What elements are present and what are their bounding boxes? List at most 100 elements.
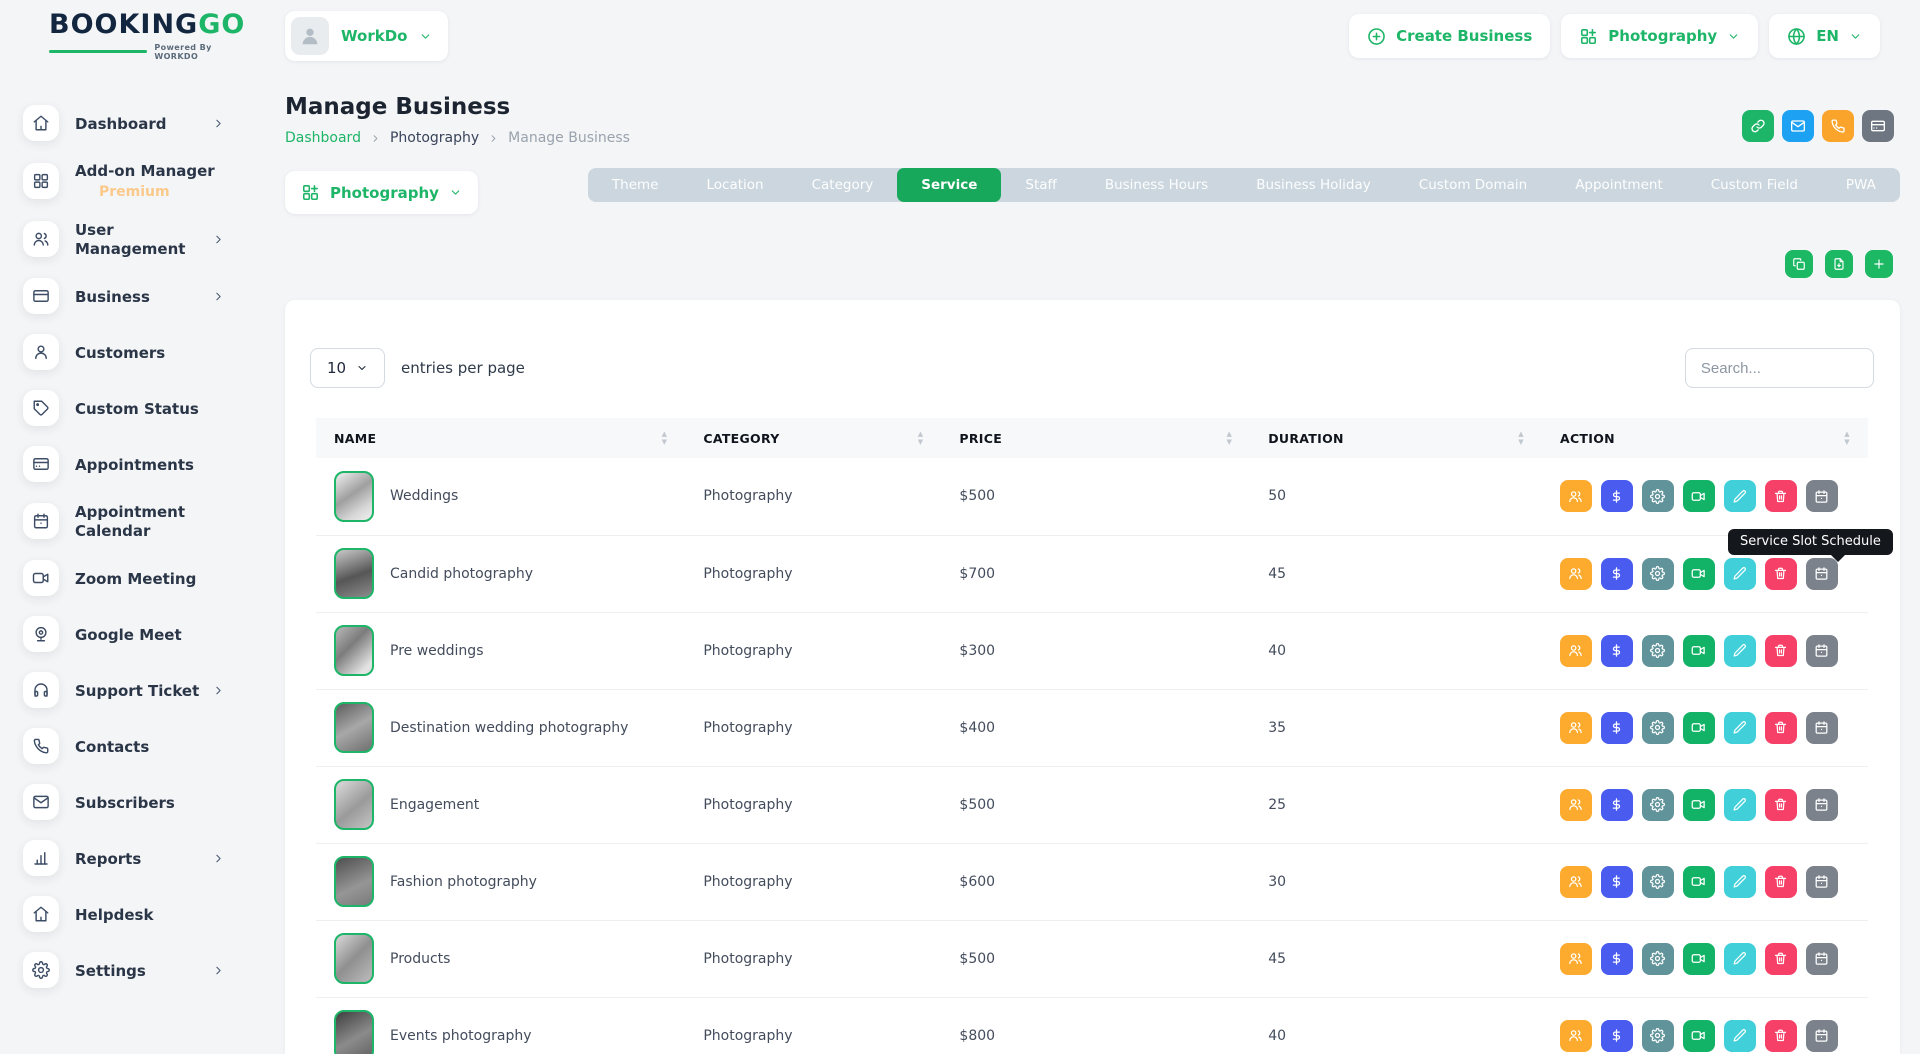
tab[interactable]: Location [682, 168, 787, 202]
assign-staff-button[interactable] [1560, 712, 1592, 744]
meeting-link-button[interactable] [1683, 943, 1715, 975]
tab[interactable]: Business Holiday [1232, 168, 1395, 202]
delete-button[interactable] [1765, 712, 1797, 744]
meeting-link-button[interactable] [1683, 558, 1715, 590]
add-service-button[interactable] [1865, 250, 1893, 278]
sort-icon[interactable] [918, 430, 924, 446]
edit-button[interactable] [1724, 712, 1756, 744]
slot-schedule-button[interactable] [1806, 1020, 1838, 1052]
export-button[interactable] [1825, 250, 1853, 278]
delete-button[interactable] [1765, 943, 1797, 975]
price-button[interactable] [1601, 480, 1633, 512]
assign-staff-button[interactable] [1560, 1020, 1592, 1052]
tab[interactable]: Theme [588, 168, 683, 202]
price-button[interactable] [1601, 712, 1633, 744]
sort-icon[interactable] [662, 430, 668, 446]
mail-button[interactable] [1782, 110, 1814, 142]
service-settings-button[interactable] [1642, 866, 1674, 898]
slot-schedule-button[interactable] [1806, 712, 1838, 744]
tab[interactable]: Business Hours [1081, 168, 1232, 202]
zoom-meeting[interactable]: Zoom Meeting [23, 560, 257, 596]
meeting-link-button[interactable] [1683, 712, 1715, 744]
edit-button[interactable] [1724, 1020, 1756, 1052]
edit-button[interactable] [1724, 943, 1756, 975]
service-settings-button[interactable] [1642, 558, 1674, 590]
reports[interactable]: Reports [23, 840, 257, 876]
delete-button[interactable] [1765, 789, 1797, 821]
business-dropdown[interactable]: Photography [285, 171, 478, 214]
service-settings-button[interactable] [1642, 480, 1674, 512]
contacts[interactable]: Contacts [23, 728, 257, 764]
delete-button[interactable] [1765, 635, 1797, 667]
service-settings-button[interactable] [1642, 712, 1674, 744]
delete-button[interactable] [1765, 866, 1797, 898]
edit-button[interactable] [1724, 789, 1756, 821]
slot-schedule-button[interactable] [1806, 480, 1838, 512]
tab[interactable]: Staff [1001, 168, 1080, 202]
meeting-link-button[interactable] [1683, 789, 1715, 821]
appointments[interactable]: Appointments [23, 446, 257, 482]
meeting-link-button[interactable] [1683, 480, 1715, 512]
add-on-manager[interactable]: Add-on Manager Premium [23, 161, 257, 200]
edit-button[interactable] [1724, 480, 1756, 512]
price-button[interactable] [1601, 558, 1633, 590]
workspace-switcher[interactable]: WorkDo [285, 11, 448, 61]
edit-button[interactable] [1724, 866, 1756, 898]
call-button[interactable] [1822, 110, 1854, 142]
slot-schedule-button[interactable] [1806, 943, 1838, 975]
copy-button[interactable] [1785, 250, 1813, 278]
price-button[interactable] [1601, 866, 1633, 898]
breadcrumb-photography-link[interactable]: Photography [390, 130, 479, 146]
meeting-link-button[interactable] [1683, 635, 1715, 667]
breadcrumb-dashboard-link[interactable]: Dashboard [285, 130, 361, 146]
slot-schedule-button[interactable] [1806, 635, 1838, 667]
brand-logo[interactable]: BOOKINGGO Powered By WORKDO [0, 11, 257, 60]
search-input[interactable] [1685, 348, 1874, 388]
sort-icon[interactable] [1844, 430, 1850, 446]
edit-button[interactable] [1724, 558, 1756, 590]
meeting-link-button[interactable] [1683, 866, 1715, 898]
custom-status[interactable]: Custom Status [23, 390, 257, 426]
google-meet[interactable]: Google Meet [23, 616, 257, 652]
entries-per-page-select[interactable]: 10 [310, 348, 385, 388]
settings[interactable]: Settings [23, 952, 257, 988]
subscribers[interactable]: Subscribers [23, 784, 257, 820]
price-button[interactable] [1601, 635, 1633, 667]
delete-button[interactable] [1765, 1020, 1797, 1052]
column-header[interactable]: DURATION [1250, 418, 1542, 458]
payment-button[interactable] [1862, 110, 1894, 142]
service-settings-button[interactable] [1642, 1020, 1674, 1052]
service-settings-button[interactable] [1642, 635, 1674, 667]
tab[interactable]: PWA [1822, 168, 1900, 202]
service-settings-button[interactable] [1642, 943, 1674, 975]
assign-staff-button[interactable] [1560, 789, 1592, 821]
tab[interactable]: Service [897, 168, 1001, 202]
assign-staff-button[interactable] [1560, 635, 1592, 667]
column-header[interactable]: CATEGORY [685, 418, 941, 458]
assign-staff-button[interactable] [1560, 866, 1592, 898]
slot-schedule-button[interactable] [1806, 789, 1838, 821]
price-button[interactable] [1601, 1020, 1633, 1052]
service-settings-button[interactable] [1642, 789, 1674, 821]
helpdesk[interactable]: Helpdesk [23, 896, 257, 932]
sort-icon[interactable] [1227, 430, 1233, 446]
user-management[interactable]: User Management [23, 220, 257, 258]
business[interactable]: Business [23, 278, 257, 314]
sort-icon[interactable] [1518, 430, 1524, 446]
edit-button[interactable] [1724, 635, 1756, 667]
assign-staff-button[interactable] [1560, 480, 1592, 512]
tab[interactable]: Custom Field [1687, 168, 1822, 202]
support-ticket[interactable]: Support Ticket [23, 672, 257, 708]
price-button[interactable] [1601, 789, 1633, 821]
appointment-calendar[interactable]: Appointment Calendar [23, 502, 257, 540]
assign-staff-button[interactable] [1560, 943, 1592, 975]
delete-button[interactable] [1765, 480, 1797, 512]
delete-button[interactable] [1765, 558, 1797, 590]
business-switcher[interactable]: Photography [1561, 14, 1758, 58]
create-business-button[interactable]: Create Business [1349, 14, 1550, 58]
copy-link-button[interactable] [1742, 110, 1774, 142]
tab[interactable]: Custom Domain [1395, 168, 1551, 202]
slot-schedule-button[interactable] [1806, 866, 1838, 898]
column-header[interactable]: NAME [316, 418, 685, 458]
column-header[interactable]: ACTION [1542, 418, 1868, 458]
